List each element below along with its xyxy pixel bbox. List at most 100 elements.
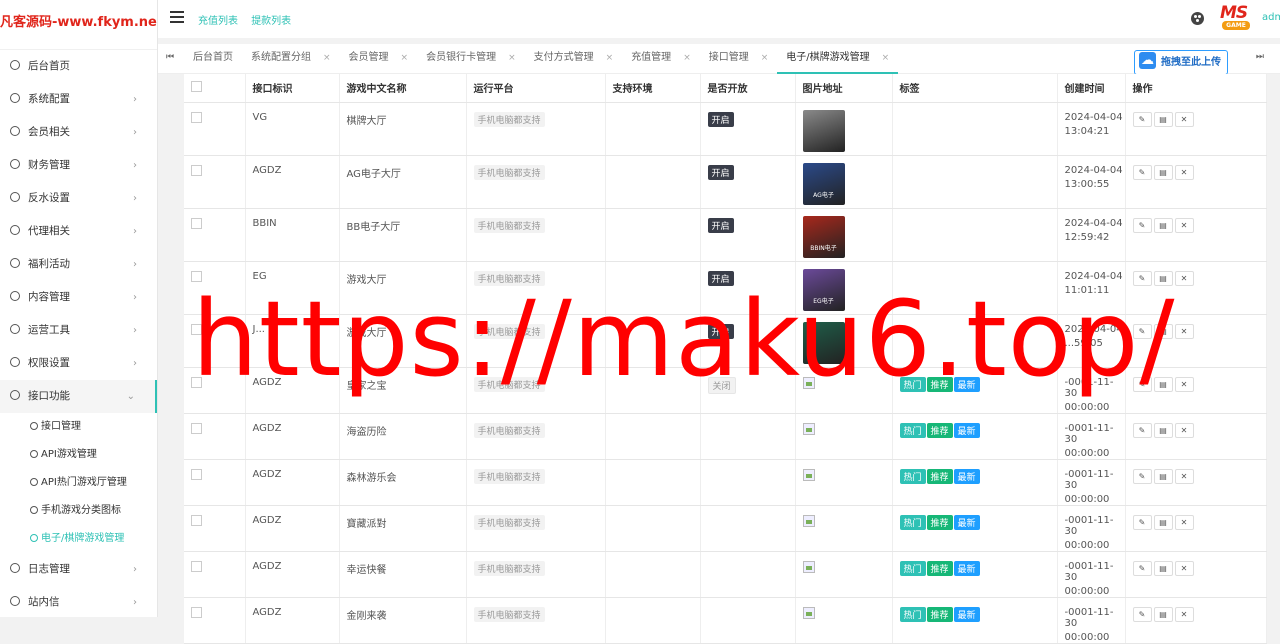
edit-icon[interactable]: ✎ — [1133, 112, 1152, 127]
admin-user[interactable]: admin — [1262, 12, 1280, 23]
row-checkbox[interactable] — [191, 112, 202, 123]
tab-close-icon[interactable]: × — [683, 53, 691, 63]
env-cell — [605, 413, 700, 459]
palette-icon[interactable] — [1191, 12, 1204, 25]
row-checkbox[interactable] — [191, 515, 202, 526]
upload-button[interactable]: 拖拽至此上传 — [1134, 50, 1228, 75]
edit-icon[interactable]: ✎ — [1133, 271, 1152, 286]
sidebar-item[interactable]: 反水设置› — [0, 182, 157, 215]
copy-icon[interactable]: ▤ — [1154, 271, 1173, 286]
copy-icon[interactable]: ▤ — [1154, 112, 1173, 127]
row-checkbox[interactable] — [191, 607, 202, 618]
row-checkbox[interactable] — [191, 218, 202, 229]
tab-close-icon[interactable]: × — [401, 53, 409, 63]
tab[interactable]: 充值管理× — [622, 44, 700, 74]
select-all-checkbox[interactable] — [191, 81, 202, 92]
delete-icon[interactable]: ✕ — [1175, 377, 1194, 392]
sidebar-item[interactable]: 代理相关› — [0, 215, 157, 248]
image-cell — [795, 505, 892, 551]
row-checkbox[interactable] — [191, 561, 202, 572]
sidebar-menu-after: 日志管理›站内信› — [0, 553, 157, 617]
tabs-scroll-left-icon[interactable]: ⏮ — [166, 52, 174, 62]
tab[interactable]: 支付方式管理× — [525, 44, 623, 74]
copy-icon[interactable]: ▤ — [1154, 469, 1173, 484]
env-cell — [605, 261, 700, 314]
row-checkbox[interactable] — [191, 423, 202, 434]
tab[interactable]: 接口管理× — [700, 44, 778, 74]
sidebar-item[interactable]: 财务管理› — [0, 149, 157, 182]
delete-icon[interactable]: ✕ — [1175, 271, 1194, 286]
tab-close-icon[interactable]: × — [323, 53, 331, 63]
menu-toggle-icon[interactable] — [170, 11, 184, 23]
row-checkbox[interactable] — [191, 469, 202, 480]
tab[interactable]: 会员银行卡管理 × — [417, 44, 525, 74]
sidebar-subitem[interactable]: API游戏管理 — [0, 441, 157, 469]
copy-icon[interactable]: ▤ — [1154, 423, 1173, 438]
edit-icon[interactable]: ✎ — [1133, 469, 1152, 484]
nav-recharge-list[interactable]: 充值列表 — [198, 16, 238, 27]
row-checkbox[interactable] — [191, 377, 202, 388]
name-cell: 皇家之宝 — [339, 367, 466, 413]
edit-icon[interactable]: ✎ — [1133, 218, 1152, 233]
delete-icon[interactable]: ✕ — [1175, 423, 1194, 438]
open-cell — [700, 459, 795, 505]
checkbox-cell — [184, 459, 245, 505]
image-cell — [795, 102, 892, 155]
row-checkbox[interactable] — [191, 165, 202, 176]
sidebar-item-label: 权限设置 — [28, 357, 70, 369]
sidebar-item[interactable]: 会员相关› — [0, 116, 157, 149]
sidebar-item[interactable]: 站内信› — [0, 586, 157, 617]
sidebar-subitem[interactable]: 手机游戏分类图标 — [0, 497, 157, 525]
copy-icon[interactable]: ▤ — [1154, 324, 1173, 339]
delete-icon[interactable]: ✕ — [1175, 561, 1194, 576]
edit-icon[interactable]: ✎ — [1133, 561, 1152, 576]
platform-badge: 手机电脑都支持 — [474, 218, 545, 233]
nav-withdraw-list[interactable]: 提款列表 — [251, 16, 291, 27]
copy-icon[interactable]: ▤ — [1154, 561, 1173, 576]
sidebar-item[interactable]: 内容管理› — [0, 281, 157, 314]
sidebar-subitem[interactable]: 电子/棋牌游戏管理 — [0, 525, 157, 553]
sidebar-item[interactable]: 运营工具› — [0, 314, 157, 347]
tab[interactable]: 系统配置分组× — [242, 44, 340, 74]
row-checkbox[interactable] — [191, 324, 202, 335]
delete-icon[interactable]: ✕ — [1175, 165, 1194, 180]
sidebar-item[interactable]: 系统配置› — [0, 83, 157, 116]
delete-icon[interactable]: ✕ — [1175, 469, 1194, 484]
tab-label: 会员银行卡管理 — [426, 52, 496, 63]
sidebar-item[interactable]: 接口功能⌄ — [0, 380, 157, 413]
sidebar-subitem[interactable]: API热门游戏厅管理 — [0, 469, 157, 497]
delete-icon[interactable]: ✕ — [1175, 324, 1194, 339]
edit-icon[interactable]: ✎ — [1133, 607, 1152, 622]
tab[interactable]: 后台首页 — [184, 44, 242, 74]
sidebar-item[interactable]: 后台首页 — [0, 50, 157, 83]
tab-close-icon[interactable]: × — [508, 53, 516, 63]
edit-icon[interactable]: ✎ — [1133, 377, 1152, 392]
delete-icon[interactable]: ✕ — [1175, 515, 1194, 530]
edit-icon[interactable]: ✎ — [1133, 165, 1152, 180]
sidebar-item[interactable]: 权限设置› — [0, 347, 157, 380]
tab-close-icon[interactable]: × — [761, 53, 769, 63]
edit-icon[interactable]: ✎ — [1133, 324, 1152, 339]
broken-image-icon — [803, 515, 815, 527]
delete-icon[interactable]: ✕ — [1175, 218, 1194, 233]
edit-icon[interactable]: ✎ — [1133, 515, 1152, 530]
delete-icon[interactable]: ✕ — [1175, 112, 1194, 127]
row-checkbox[interactable] — [191, 271, 202, 282]
tab-close-icon[interactable]: × — [882, 53, 890, 63]
delete-icon[interactable]: ✕ — [1175, 607, 1194, 622]
sidebar-item[interactable]: 日志管理› — [0, 553, 157, 586]
copy-icon[interactable]: ▤ — [1154, 607, 1173, 622]
tab-close-icon[interactable]: × — [606, 53, 614, 63]
copy-icon[interactable]: ▤ — [1154, 515, 1173, 530]
tabs-scroll-right-icon[interactable]: ⏭ — [1256, 52, 1264, 62]
tab[interactable]: 会员管理× — [340, 44, 418, 74]
sidebar-item[interactable]: 福利活动› — [0, 248, 157, 281]
edit-icon[interactable]: ✎ — [1133, 423, 1152, 438]
copy-icon[interactable]: ▤ — [1154, 377, 1173, 392]
name-cell: 幸运快餐 — [339, 551, 466, 597]
name-cell: BB电子大厅 — [339, 208, 466, 261]
copy-icon[interactable]: ▤ — [1154, 218, 1173, 233]
copy-icon[interactable]: ▤ — [1154, 165, 1173, 180]
tab[interactable]: 电子/棋牌游戏管理× — [777, 44, 898, 74]
sidebar-subitem[interactable]: 接口管理 — [0, 413, 157, 441]
